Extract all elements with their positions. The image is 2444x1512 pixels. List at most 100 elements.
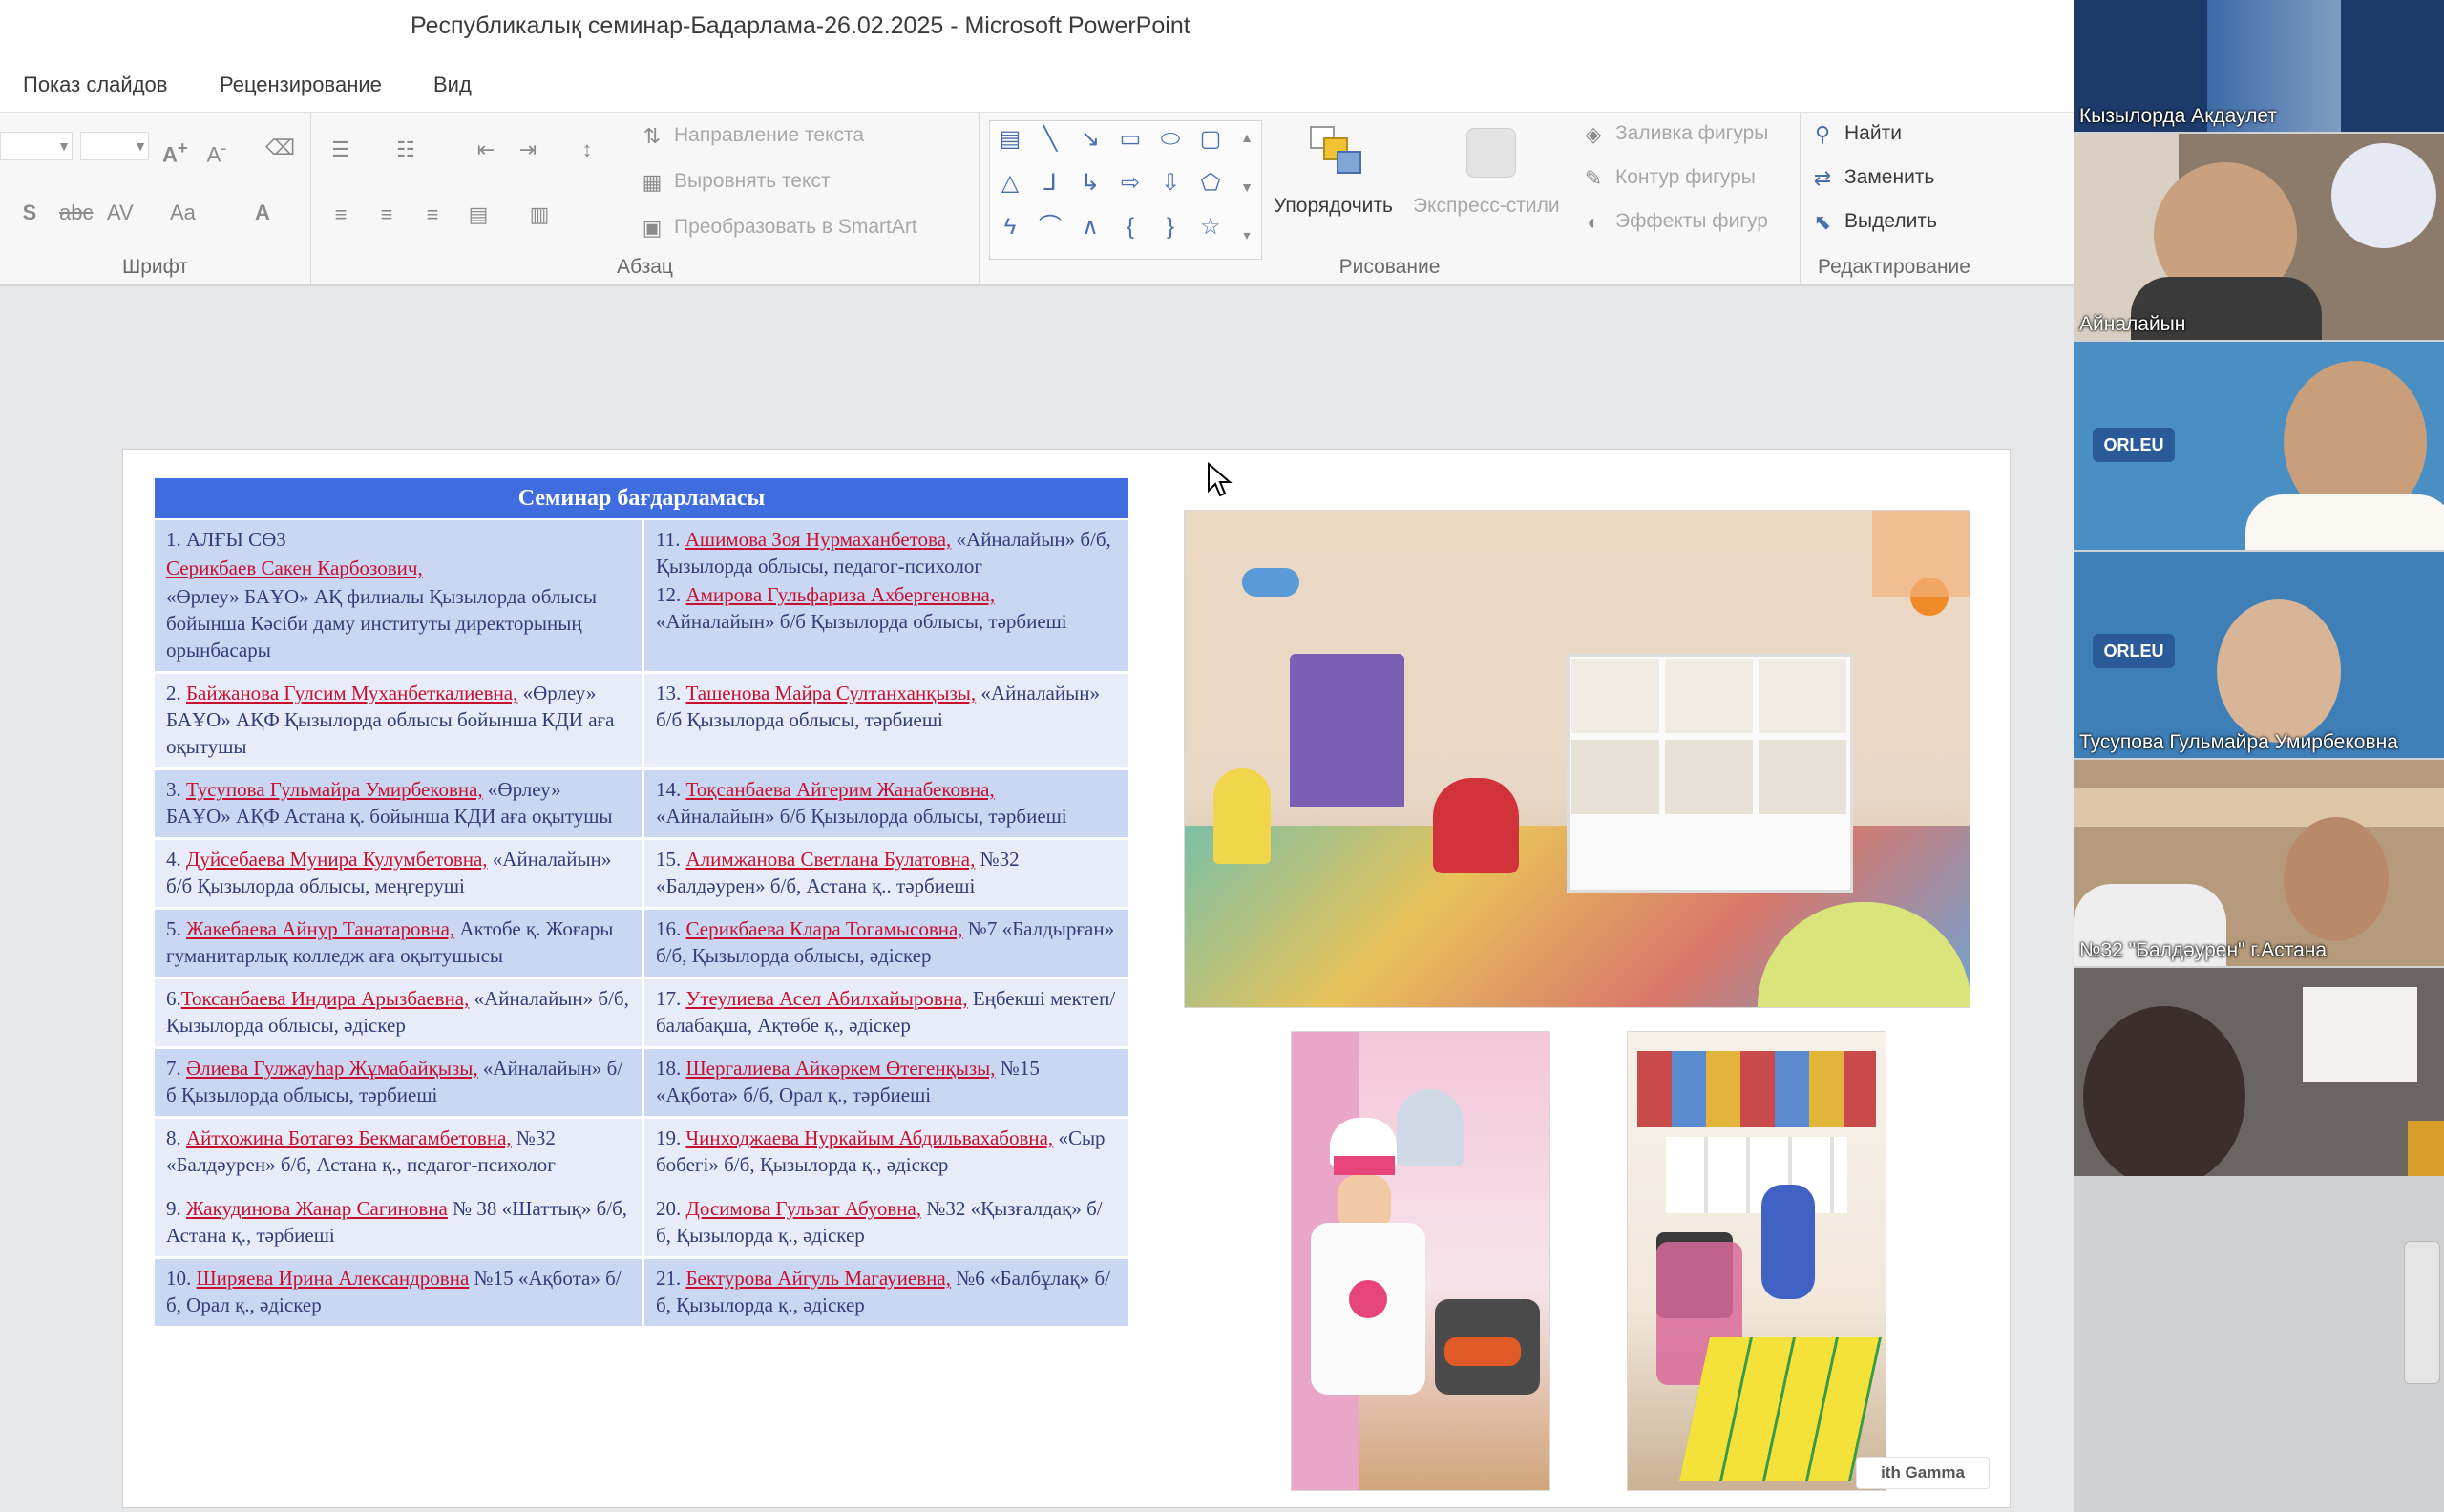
align-left-icon[interactable]: ≡ [328,204,353,225]
participant-name: Кызылорда Акдаулет [2079,105,2277,127]
arrange-icon[interactable] [1310,126,1363,179]
program-entry: 6.Токсанбаева Индира Арызбаевна, «Айнала… [166,985,630,1039]
effects-icon[interactable]: ◐ [1581,212,1606,233]
shrink-font-icon[interactable]: A- [204,137,229,165]
paragraph-group: ☰ ☷ ⇤ ⇥ ↕ ≡ ≡ ≡ ▤ ▥ ⇅ Направление текста… [311,113,980,284]
pentagon-shape-icon[interactable]: ⬠ [1196,169,1225,198]
numbering-icon[interactable]: ☷ [393,139,418,160]
align-text-button[interactable]: Выровнять текст [674,170,831,193]
shape-fill-button[interactable]: Заливка фигуры [1615,122,1768,145]
convert-smartart-button[interactable]: Преобразовать в SmartArt [674,216,917,239]
tab-review[interactable]: Рецензирование [220,73,382,97]
program-entry: 14. Тоқсанбаева Айгерим Жанабековна, «Ай… [656,776,1117,830]
binoculars-icon[interactable]: ⚲ [1810,124,1835,145]
bullets-icon[interactable]: ☰ [328,139,353,160]
justify-icon[interactable]: ▤ [466,204,491,225]
oval-shape-icon[interactable]: ⬭ [1156,125,1185,154]
tab-view[interactable]: Вид [433,73,472,97]
elbow-arrow-icon[interactable]: ↳ [1076,169,1105,198]
tab-slide-show[interactable]: Показ слайдов [23,73,167,97]
gallery-down-icon[interactable]: ▼ [1234,177,1259,198]
person-name: Токсанбаева Индира Арызбаевна, [180,987,470,1010]
strikethrough-icon[interactable]: abc [59,202,93,223]
person-name: Амирова Гульфариза Ахбергеновна, [685,583,996,606]
editing-group-label: Редактирование [1818,256,1970,278]
arrange-button[interactable]: Упорядочить [1274,195,1393,218]
line-shape-icon[interactable]: ╲ [1036,125,1064,154]
table-cell-right: 14. Тоқсанбаева Айгерим Жанабековна, «Ай… [642,770,1128,837]
program-entry: 17. Утеулиева Асел Абилхайыровна, Еңбекш… [656,985,1117,1039]
program-entry: 16. Серикбаева Клара Тогамысовна, №7 «Ба… [656,915,1117,969]
program-entry: 8. Айтхожина Ботагөз Бекмагамбетовна, №3… [166,1124,630,1178]
chevron-down-icon[interactable]: ▼ [52,136,76,157]
select-button[interactable]: Выделить [1844,210,1937,233]
table-cell-right: 19. Чинходжаева Нуркайым Абдильвахабовна… [642,1119,1128,1256]
panel-scrollbar[interactable] [2404,1241,2440,1384]
arrow-line-shape-icon[interactable]: ↘ [1076,125,1105,154]
grow-font-icon[interactable]: A+ [162,137,188,165]
participant-tile[interactable]: ORLEU [2074,342,2444,550]
quick-styles-button[interactable]: Экспресс-стили [1413,195,1560,218]
decrease-indent-icon[interactable]: ⇤ [474,139,498,160]
rounded-rect-shape-icon[interactable]: ▢ [1196,125,1225,154]
change-case-icon[interactable]: Aa [170,202,196,223]
entry-number: 21. [656,1267,686,1290]
find-button[interactable]: Найти [1844,122,1902,145]
align-text-icon[interactable]: ▦ [640,172,664,193]
chevron-down-icon[interactable]: ▼ [128,136,153,157]
line-spacing-icon[interactable]: ↕ [575,139,600,160]
classroom-photo [1184,510,1970,1008]
participant-tile[interactable]: ORLEU Тусупова Гульмайра Умирбековна [2074,552,2444,758]
editing-group: ⚲ Найти ⇄ Заменить ⬉ Выделить Редактиров… [1801,113,1988,284]
video-participants-panel: Кызылорда Акдаулет Айналайын ORLEU ORLEU… [2074,0,2444,1512]
table-cell-right: 13. Ташенова Майра Султанханқызы, «Айнал… [642,674,1128,767]
arc-shape-icon[interactable]: ⌒ [1036,213,1064,242]
replace-icon[interactable]: ⇄ [1810,168,1835,189]
align-center-icon[interactable]: ≡ [374,204,399,225]
fill-bucket-icon[interactable]: ◈ [1581,124,1606,145]
clear-formatting-icon[interactable]: ⌫ [265,137,295,158]
shadow-text-icon[interactable]: S [17,202,42,223]
participant-tile[interactable]: Айналайын [2074,134,2444,340]
char-spacing-icon[interactable]: AV [107,202,134,223]
replace-button[interactable]: Заменить [1844,166,1934,189]
freeform-shape-icon[interactable]: ∧ [1076,213,1105,242]
elbow-connector-icon[interactable]: ⅃ [1036,169,1064,198]
font-color-icon[interactable]: A [250,202,275,223]
quick-styles-icon[interactable] [1466,128,1516,178]
gallery-more-icon[interactable]: ▾ [1234,224,1259,245]
rectangle-shape-icon[interactable]: ▭ [1116,125,1145,154]
lightning-shape-icon[interactable]: ϟ [996,213,1024,242]
gallery-up-icon[interactable]: ▲ [1234,127,1259,148]
table-cell-right: 15. Алимжанова Светлана Булатовна, №32 «… [642,840,1128,907]
person-name: Досимова Гульзат Абуовна, [685,1197,922,1220]
left-brace-shape-icon[interactable]: { [1116,213,1145,242]
outline-pen-icon[interactable]: ✎ [1581,168,1606,189]
right-brace-shape-icon[interactable]: } [1156,213,1185,242]
participant-tile[interactable] [2074,968,2444,1176]
smartart-icon[interactable]: ▣ [640,218,664,239]
increase-indent-icon[interactable]: ⇥ [516,139,540,160]
text-direction-icon[interactable]: ⇅ [640,126,664,147]
table-cell-right: 18. Шергалиева Айкөркем Өтегенқызы, №15 … [642,1049,1128,1116]
select-arrow-icon[interactable]: ⬉ [1810,212,1835,233]
text-direction-button[interactable]: Направление текста [674,124,864,147]
shapes-gallery[interactable]: ▤ ╲ ↘ ▭ ⬭ ▢ △ ⅃ ↳ ⇨ ⇩ ⬠ ϟ ⌒ ∧ { } ☆ ▲ ▼ [989,120,1262,260]
shape-outline-button[interactable]: Контур фигуры [1615,166,1756,189]
program-entry: 11. Ашимова Зоя Нурмаханбетова, «Айналай… [656,526,1117,579]
participant-tile[interactable]: Кызылорда Акдаулет [2074,0,2444,132]
participant-tile[interactable]: №32 "Балдәурен" г.Астана [2074,760,2444,966]
person-name: Дуйсебаева Мунира Кулумбетовна, [186,848,488,871]
program-entry: Серикбаев Сакен Карбозович, [166,555,630,581]
triangle-shape-icon[interactable]: △ [996,169,1024,198]
down-arrow-shape-icon[interactable]: ⇩ [1156,169,1185,198]
textbox-shape-icon[interactable]: ▤ [996,125,1024,154]
table-row: 7. Әлиева Гулжауһар Жұмабайқызы, «Айнала… [155,1049,1128,1119]
entry-number: 13. [656,682,686,704]
shape-effects-button[interactable]: Эффекты фигур [1615,210,1768,233]
star-shape-icon[interactable]: ☆ [1196,213,1225,242]
entry-number: 3. [166,778,186,801]
align-right-icon[interactable]: ≡ [420,204,445,225]
right-arrow-shape-icon[interactable]: ⇨ [1116,169,1145,198]
columns-icon[interactable]: ▥ [527,204,552,225]
